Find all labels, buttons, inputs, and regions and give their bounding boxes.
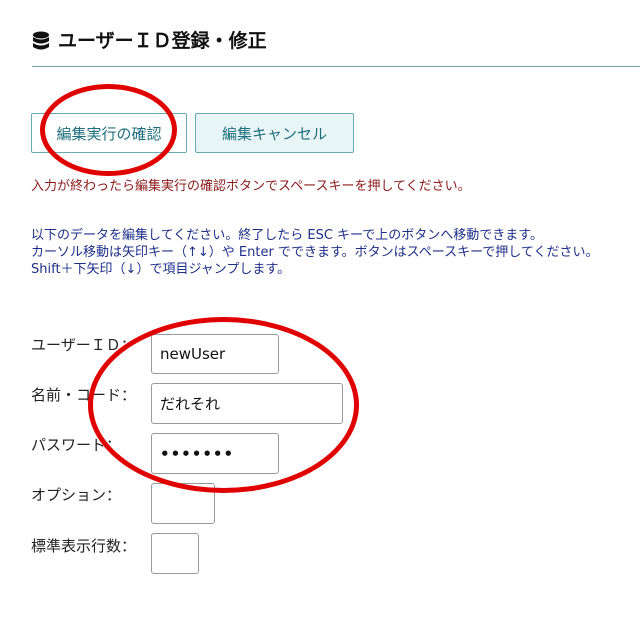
option-input[interactable] (151, 483, 215, 524)
option-label: オプション： (31, 486, 122, 504)
rows-per-page-input[interactable] (151, 533, 199, 574)
page-title: ユーザーＩＤ登録・修正 (58, 30, 267, 52)
confirm-edit-button[interactable]: 編集実行の確認 (31, 113, 187, 153)
instructions: 以下のデータを編集してください。終了したら ESC キーで上のボタンへ移動できま… (31, 227, 631, 278)
cancel-edit-button[interactable]: 編集キャンセル (195, 113, 354, 153)
instruction-line: Shift＋下矢印（↓）で項目ジャンプします。 (31, 262, 291, 277)
password-input[interactable]: ••••••• (151, 433, 279, 474)
name-code-label: 名前・コード： (31, 386, 137, 404)
user-id-input[interactable]: newUser (151, 334, 279, 374)
database-icon (33, 31, 49, 50)
password-label: パスワード： (31, 436, 122, 454)
user-id-label: ユーザーＩＤ： (31, 336, 136, 354)
instruction-line: 以下のデータを編集してください。終了したら ESC キーで上のボタンへ移動できま… (31, 228, 543, 243)
page-header: ユーザーＩＤ登録・修正 (32, 28, 640, 67)
submit-hint: 入力が終わったら編集実行の確認ボタンでスペースキーを押してください。 (31, 179, 471, 194)
page: ユーザーＩＤ登録・修正 編集実行の確認 編集キャンセル 入力が終わったら編集実行… (0, 0, 640, 640)
rows-per-page-label: 標準表示行数： (31, 537, 137, 555)
name-code-input[interactable]: だれそれ (151, 383, 343, 424)
instruction-line: カーソル移動は矢印キー（↑↓）や Enter でできます。ボタンはスペースキーで… (31, 245, 599, 260)
